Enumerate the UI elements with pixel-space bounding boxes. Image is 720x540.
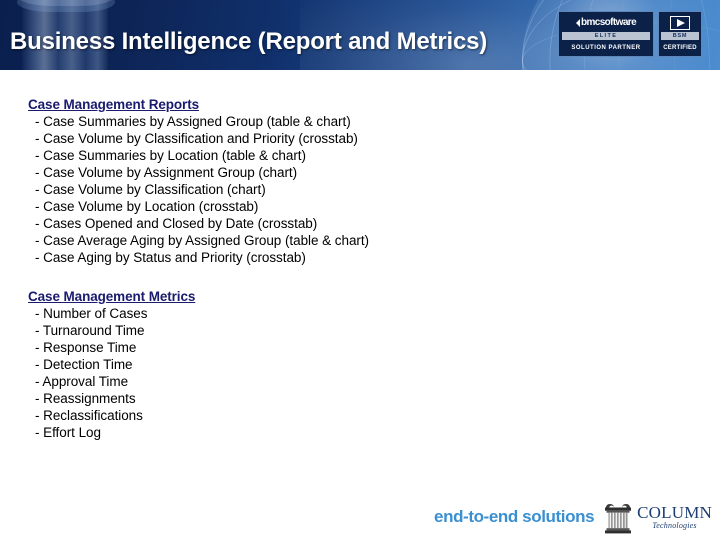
bmc-elite-solution-partner-badge: bmcsoftware ELITE SOLUTION PARTNER: [558, 11, 654, 57]
header-banner: Business Intelligence (Report and Metric…: [0, 0, 720, 70]
list-item: - Turnaround Time: [35, 323, 145, 338]
section-case-management-reports: Case Management Reports - Case Summaries…: [28, 96, 668, 266]
footer-tagline: end-to-end solutions: [434, 507, 595, 526]
list-item: - Case Summaries by Assigned Group (tabl…: [35, 114, 351, 129]
metrics-list: - Number of Cases - Turnaround Time - Re…: [28, 305, 668, 441]
reports-list: - Case Summaries by Assigned Group (tabl…: [28, 113, 668, 266]
bmc-logo: bmcsoftware: [575, 14, 637, 31]
section-case-management-metrics: Case Management Metrics - Number of Case…: [28, 288, 668, 441]
list-item: - Response Time: [35, 340, 137, 355]
list-item: - Case Volume by Assignment Group (chart…: [35, 165, 298, 180]
list-item: - Reclassifications: [35, 408, 143, 423]
ionic-column-icon: [605, 504, 632, 534]
section-heading-reports: Case Management Reports: [28, 97, 199, 112]
list-item: - Detection Time: [35, 357, 133, 372]
partner-badge-group: bmcsoftware ELITE SOLUTION PARTNER BSM C…: [558, 11, 702, 57]
bmc-wordmark-label: bmcsoftware: [580, 17, 637, 28]
play-triangle-icon: [670, 14, 690, 31]
list-item: - Reassignments: [35, 391, 136, 406]
column-technologies-logo: COLUMN Technologies: [601, 500, 712, 534]
bmc-elite-band-label: ELITE: [562, 32, 650, 40]
list-item: - Case Volume by Classification and Prio…: [35, 131, 358, 146]
bmc-bsm-certified-badge: BSM CERTIFIED: [658, 11, 702, 57]
bmc-solution-partner-label: SOLUTION PARTNER: [571, 45, 641, 51]
list-item: - Number of Cases: [35, 306, 148, 321]
list-item: - Case Aging by Status and Priority (cro…: [35, 250, 306, 265]
list-item: - Case Volume by Location (crosstab): [35, 199, 259, 214]
bsm-certified-label: CERTIFIED: [663, 45, 697, 51]
column-wordmark: COLUMN Technologies: [637, 504, 712, 530]
page-title: Business Intelligence (Report and Metric…: [10, 28, 488, 55]
list-item: - Cases Opened and Closed by Date (cross…: [35, 216, 318, 231]
bmc-chevron-icon: [575, 18, 580, 27]
list-item: - Case Summaries by Location (table & ch…: [35, 148, 306, 163]
footer-branding: end-to-end solutions COLUMN Technologies: [434, 500, 712, 534]
list-item: - Effort Log: [35, 425, 101, 440]
column-subtitle-label: Technologies: [652, 521, 697, 530]
list-item: - Case Volume by Classification (chart): [35, 182, 266, 197]
list-item: - Approval Time: [35, 374, 129, 389]
slide-body: Case Management Reports - Case Summaries…: [28, 96, 668, 441]
bsm-band-label: BSM: [661, 32, 699, 40]
column-name-label: COLUMN: [637, 503, 712, 522]
section-heading-metrics: Case Management Metrics: [28, 289, 196, 304]
list-item: - Case Average Aging by Assigned Group (…: [35, 233, 369, 248]
